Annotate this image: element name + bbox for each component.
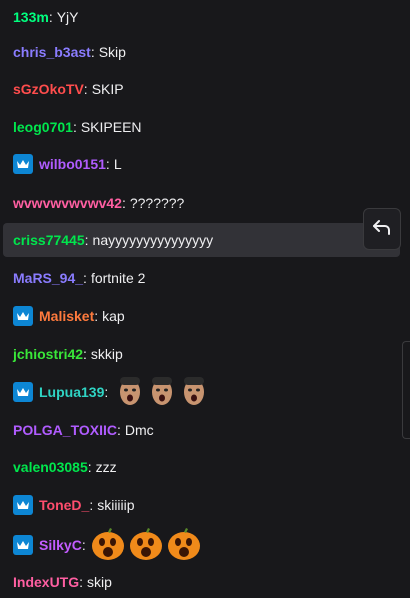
face-emote[interactable] bbox=[116, 375, 144, 410]
chat-message[interactable]: Malisket: kap bbox=[13, 300, 400, 332]
chat-text: nayyyyyyyyyyyyyyy bbox=[92, 232, 214, 248]
chat-colon: : bbox=[89, 497, 94, 513]
chat-colon: : bbox=[83, 270, 87, 286]
chat-colon: : bbox=[83, 81, 88, 97]
chat-text: kap bbox=[102, 308, 125, 324]
chat-message[interactable]: ToneD_: skiiiiip bbox=[13, 489, 400, 521]
chat-username[interactable]: ToneD_ bbox=[39, 497, 89, 513]
pumpkin-emote[interactable] bbox=[90, 527, 126, 564]
chat-message[interactable]: SilkyC: bbox=[13, 527, 400, 564]
reply-arrow-icon bbox=[373, 219, 391, 240]
crown-icon[interactable] bbox=[13, 535, 33, 555]
chat-colon: : bbox=[83, 346, 87, 362]
chat-username[interactable]: MaRS_94_ bbox=[13, 270, 83, 286]
chat-username[interactable]: wvwvwvwvwv42 bbox=[13, 195, 122, 211]
chat-username[interactable]: chris_b3ast bbox=[13, 44, 91, 60]
chat-message[interactable]: valen03085: zzz bbox=[13, 451, 400, 483]
chat-text: skip bbox=[87, 574, 112, 590]
chat-colon: : bbox=[90, 44, 95, 60]
chat-colon: : bbox=[84, 232, 89, 248]
chat-text: skiiiiip bbox=[97, 497, 135, 513]
chat-username[interactable]: leog0701 bbox=[13, 119, 73, 135]
chat-message[interactable]: wvwvwvwvwv42:??????? bbox=[13, 187, 400, 219]
chat-text: zzz bbox=[95, 459, 117, 475]
chat-text: Skip bbox=[98, 44, 126, 60]
chat-text: skkip bbox=[90, 346, 123, 362]
crown-icon[interactable] bbox=[13, 382, 33, 402]
chat-message-highlighted[interactable]: criss77445: nayyyyyyyyyyyyyyy bbox=[3, 223, 400, 257]
chat-message[interactable]: IndexUTG: skip bbox=[13, 566, 400, 598]
chat-message[interactable]: sGzOkoTV: SKIP bbox=[13, 73, 400, 105]
chat-username[interactable]: POLGA_TOXIIC bbox=[13, 422, 117, 438]
chat-colon: : bbox=[105, 156, 110, 172]
crown-icon[interactable] bbox=[13, 306, 33, 326]
chat-username[interactable]: IndexUTG bbox=[13, 574, 79, 590]
chat-colon: : bbox=[104, 384, 109, 400]
face-emote[interactable] bbox=[180, 375, 208, 410]
crown-icon[interactable] bbox=[13, 154, 33, 174]
chat-username[interactable]: Lupua139 bbox=[39, 384, 104, 400]
chat-message[interactable]: leog0701: SKIPEEN bbox=[13, 111, 400, 143]
crown-icon[interactable] bbox=[13, 495, 33, 515]
chat-username[interactable]: 133m bbox=[13, 9, 49, 25]
pumpkin-emote[interactable] bbox=[166, 527, 202, 564]
chat-message[interactable]: MaRS_94_: fortnite 2 bbox=[13, 262, 400, 294]
chat-message[interactable]: jchiostri42: skkip bbox=[13, 338, 400, 370]
chat-text: YjY bbox=[56, 9, 79, 25]
chat-username[interactable]: jchiostri42 bbox=[13, 346, 83, 362]
chat-text: ??????? bbox=[129, 195, 185, 211]
chat-colon: : bbox=[81, 537, 86, 553]
chat-message[interactable]: Lupua139: bbox=[13, 376, 400, 408]
chat-colon: : bbox=[72, 119, 77, 135]
chat-message-list: 133m: YjY chris_b3ast: Skip sGzOkoTV: SKIP … bbox=[0, 0, 410, 596]
chat-colon: : bbox=[48, 9, 53, 25]
chat-message[interactable]: POLGA_TOXIIC: Dmc bbox=[13, 414, 400, 446]
chat-username[interactable]: criss77445 bbox=[13, 232, 85, 248]
chat-text: SKIP bbox=[91, 81, 124, 97]
chat-text: fortnite 2 bbox=[90, 270, 146, 286]
chat-message[interactable]: wilbo0151: L bbox=[13, 148, 400, 180]
chat-colon: : bbox=[121, 195, 126, 211]
chat-message[interactable]: 133m: YjY bbox=[13, 1, 400, 33]
chat-username[interactable]: sGzOkoTV bbox=[13, 81, 84, 97]
chat-username[interactable]: Malisket bbox=[39, 308, 94, 324]
face-emote[interactable] bbox=[148, 375, 176, 410]
chat-colon: : bbox=[94, 308, 99, 324]
chat-message[interactable]: chris_b3ast: Skip bbox=[13, 36, 400, 68]
chat-text: L bbox=[113, 156, 122, 172]
scrollbar[interactable] bbox=[402, 341, 410, 439]
reply-button[interactable] bbox=[363, 208, 401, 250]
chat-username[interactable]: SilkyC bbox=[39, 537, 82, 553]
chat-colon: : bbox=[79, 574, 84, 590]
chat-colon: : bbox=[87, 459, 92, 475]
chat-colon: : bbox=[116, 422, 121, 438]
chat-username[interactable]: wilbo0151 bbox=[39, 156, 106, 172]
pumpkin-emote[interactable] bbox=[128, 527, 164, 564]
chat-text: SKIPEEN bbox=[80, 119, 142, 135]
chat-username[interactable]: valen03085 bbox=[13, 459, 88, 475]
chat-text: Dmc bbox=[124, 422, 154, 438]
